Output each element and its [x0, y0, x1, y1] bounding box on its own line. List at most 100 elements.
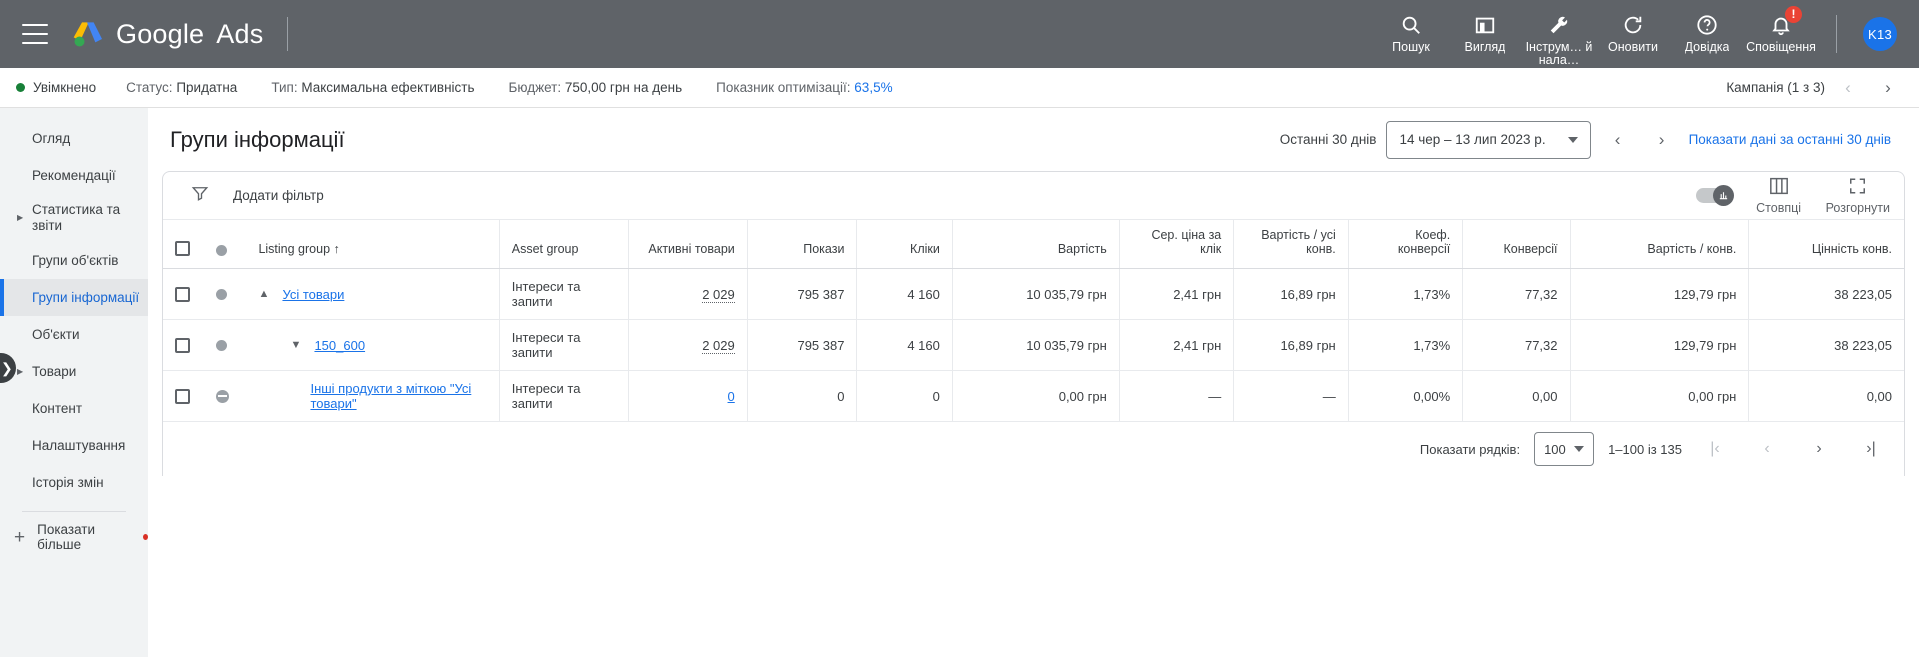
row-select-cell	[163, 370, 204, 422]
col-asset-group-label: Asset group	[511, 242, 579, 256]
row-clicks-cell: 4 160	[856, 268, 953, 320]
toggle-knob-icon	[1712, 185, 1734, 206]
col-asset-group[interactable]: Asset group	[498, 220, 629, 269]
campaign-budget-value: 750,00 грн на день	[564, 80, 683, 95]
row-impressions-cell: 795 387	[746, 319, 857, 371]
sidebar-item-recommendations[interactable]: Рекомендації	[0, 157, 148, 194]
add-filter-button[interactable]: Додати фільтр	[233, 188, 324, 203]
col-cost[interactable]: Вартість	[951, 220, 1120, 269]
expand-button[interactable]: Розгорнути	[1826, 177, 1890, 215]
nav-search[interactable]: Пошук	[1374, 2, 1448, 54]
nav-refresh[interactable]: Оновити	[1596, 2, 1670, 54]
row-checkbox[interactable]	[175, 388, 190, 404]
col-conv-rate-label: Коеф. конверсії	[1397, 228, 1451, 256]
columns-button[interactable]: Стовпці	[1750, 177, 1808, 215]
row-select-cell	[163, 268, 204, 320]
listing-group-link[interactable]: Усі товари	[282, 287, 344, 302]
row-conversions-cell: 77,32	[1462, 319, 1571, 371]
first-page-button[interactable]: |‹	[1696, 430, 1734, 468]
active-products-value[interactable]: 2 029	[702, 337, 735, 354]
sidebar-item-settings[interactable]: Налаштування	[0, 427, 148, 464]
sidebar-show-more-label: Показати більше	[37, 522, 96, 552]
sidebar-item-overview[interactable]: Огляд	[0, 120, 148, 157]
date-prev-button[interactable]: ‹	[1601, 123, 1635, 157]
col-active-products[interactable]: Активні товари	[627, 220, 748, 269]
col-impressions[interactable]: Покази	[746, 220, 857, 269]
date-range-picker[interactable]: 14 чер – 13 лип 2023 р.	[1386, 120, 1591, 159]
select-all-checkbox[interactable]	[175, 241, 190, 256]
row-clicks-cell: 4 160	[856, 319, 953, 371]
campaign-budget[interactable]: Бюджет: 750,00 грн на день	[509, 80, 683, 95]
menu-icon[interactable]	[22, 24, 48, 44]
brand-logo[interactable]: Google Ads	[70, 19, 263, 50]
sidebar-item-change-history[interactable]: Історія змін	[0, 464, 148, 501]
row-conversions-cell: 77,32	[1462, 268, 1571, 320]
col-avg-cpc[interactable]: Сер. ціна за клік	[1118, 220, 1234, 269]
plus-icon: +	[14, 526, 26, 548]
row-conv-rate-cell: 1,73%	[1347, 319, 1463, 371]
row-conversions-cell: 0,00	[1462, 370, 1571, 422]
row-checkbox[interactable]	[175, 337, 190, 353]
tools-icon	[1548, 12, 1570, 38]
col-conversions[interactable]: Конверсії	[1462, 220, 1571, 269]
row-listing-group-cell: Інші продукти з міткою "Усі товари"	[246, 370, 500, 422]
nav-tools[interactable]: Інструм… й нала…	[1522, 2, 1596, 67]
sidebar-item-listing-groups[interactable]: Групи інформації	[0, 279, 148, 316]
sidebar-item-products[interactable]: ▶ Товари	[0, 353, 148, 390]
show-last-30-days-link[interactable]: Показати дані за останні 30 днів	[1689, 132, 1897, 147]
chart-toggle[interactable]	[1695, 185, 1734, 206]
active-products-value[interactable]: 2 029	[702, 286, 735, 303]
sidebar-item-asset-groups[interactable]: Групи об'єктів	[0, 242, 148, 279]
status-eligibility-value: Придатна	[176, 80, 238, 95]
col-impressions-label: Покази	[803, 242, 845, 256]
filter-icon[interactable]	[191, 184, 209, 207]
col-cost-per-all-conv[interactable]: Вартість / усі конв.	[1233, 220, 1349, 269]
row-listing-group-cell: ▼ 150_600	[246, 319, 500, 371]
rows-per-page-select[interactable]: 100	[1534, 432, 1595, 466]
table-row[interactable]: ▲ Усі товари Інтереси та запити 2 029 79…	[163, 268, 1904, 320]
sidebar-show-more-button[interactable]: + Показати більше	[0, 520, 148, 554]
col-cost-per-conv[interactable]: Вартість / конв.	[1569, 220, 1749, 269]
listing-group-link[interactable]: 150_600	[314, 338, 365, 353]
nav-help[interactable]: Довідка	[1670, 2, 1744, 54]
row-asset-group-cell: Інтереси та запити	[498, 370, 629, 422]
expand-arrow-icon[interactable]: ▼	[290, 339, 304, 351]
status-eligibility: Статус: Придатна	[126, 80, 237, 95]
date-next-button[interactable]: ›	[1645, 123, 1679, 157]
table-row[interactable]: Інші продукти з міткою "Усі товари" Інте…	[163, 370, 1904, 422]
campaign-counter-label: Кампанія (1 з 3)	[1726, 80, 1825, 95]
optimization-score[interactable]: Показник оптимізації: 63,5%	[716, 80, 892, 95]
next-page-button[interactable]: ›	[1800, 430, 1838, 468]
sidebar-item-content[interactable]: Контент	[0, 390, 148, 427]
status-column-header	[203, 220, 247, 269]
help-icon	[1696, 12, 1718, 38]
col-listing-group[interactable]: Listing group ↑	[246, 220, 500, 269]
col-conv-rate[interactable]: Коеф. конверсії	[1347, 220, 1463, 269]
row-conv-rate-cell: 0,00%	[1347, 370, 1463, 422]
status-dot-icon	[16, 83, 25, 92]
collapse-arrow-icon[interactable]: ▲	[258, 288, 272, 300]
active-products-value[interactable]: 0	[728, 389, 735, 404]
prev-page-button[interactable]: ‹	[1748, 430, 1786, 468]
nav-notifications[interactable]: ! Сповіщення	[1744, 2, 1818, 54]
campaign-next-button[interactable]: ›	[1871, 71, 1905, 105]
chevron-down-icon	[1567, 136, 1578, 143]
row-active-products-cell: 2 029	[627, 319, 748, 371]
last-page-button[interactable]: ›|	[1852, 430, 1890, 468]
campaign-prev-button[interactable]: ‹	[1831, 71, 1865, 105]
nav-view[interactable]: Вигляд	[1448, 2, 1522, 54]
select-all-header	[163, 220, 204, 269]
row-checkbox[interactable]	[175, 286, 190, 302]
col-clicks[interactable]: Кліки	[856, 220, 953, 269]
avatar[interactable]: K13	[1863, 17, 1897, 51]
row-listing-group-cell: ▲ Усі товари	[246, 268, 500, 320]
sidebar-item-insights-reports[interactable]: ▶ Статистика та звіти	[0, 194, 148, 242]
brand-divider	[287, 17, 289, 51]
listing-group-link[interactable]: Інші продукти з міткою "Усі товари"	[310, 381, 486, 411]
col-avg-cpc-label: Сер. ціна за клік	[1151, 228, 1222, 256]
col-conv-value[interactable]: Цінність конв.	[1748, 220, 1904, 269]
table-row[interactable]: ▼ 150_600 Інтереси та запити 2 029 795 3…	[163, 319, 1904, 371]
sidebar-item-assets[interactable]: Об'єкти	[0, 316, 148, 353]
date-range-controls: Останні 30 днів 14 чер – 13 лип 2023 р. …	[1280, 120, 1897, 159]
nav-notifications-label: Сповіщення	[1746, 40, 1816, 54]
